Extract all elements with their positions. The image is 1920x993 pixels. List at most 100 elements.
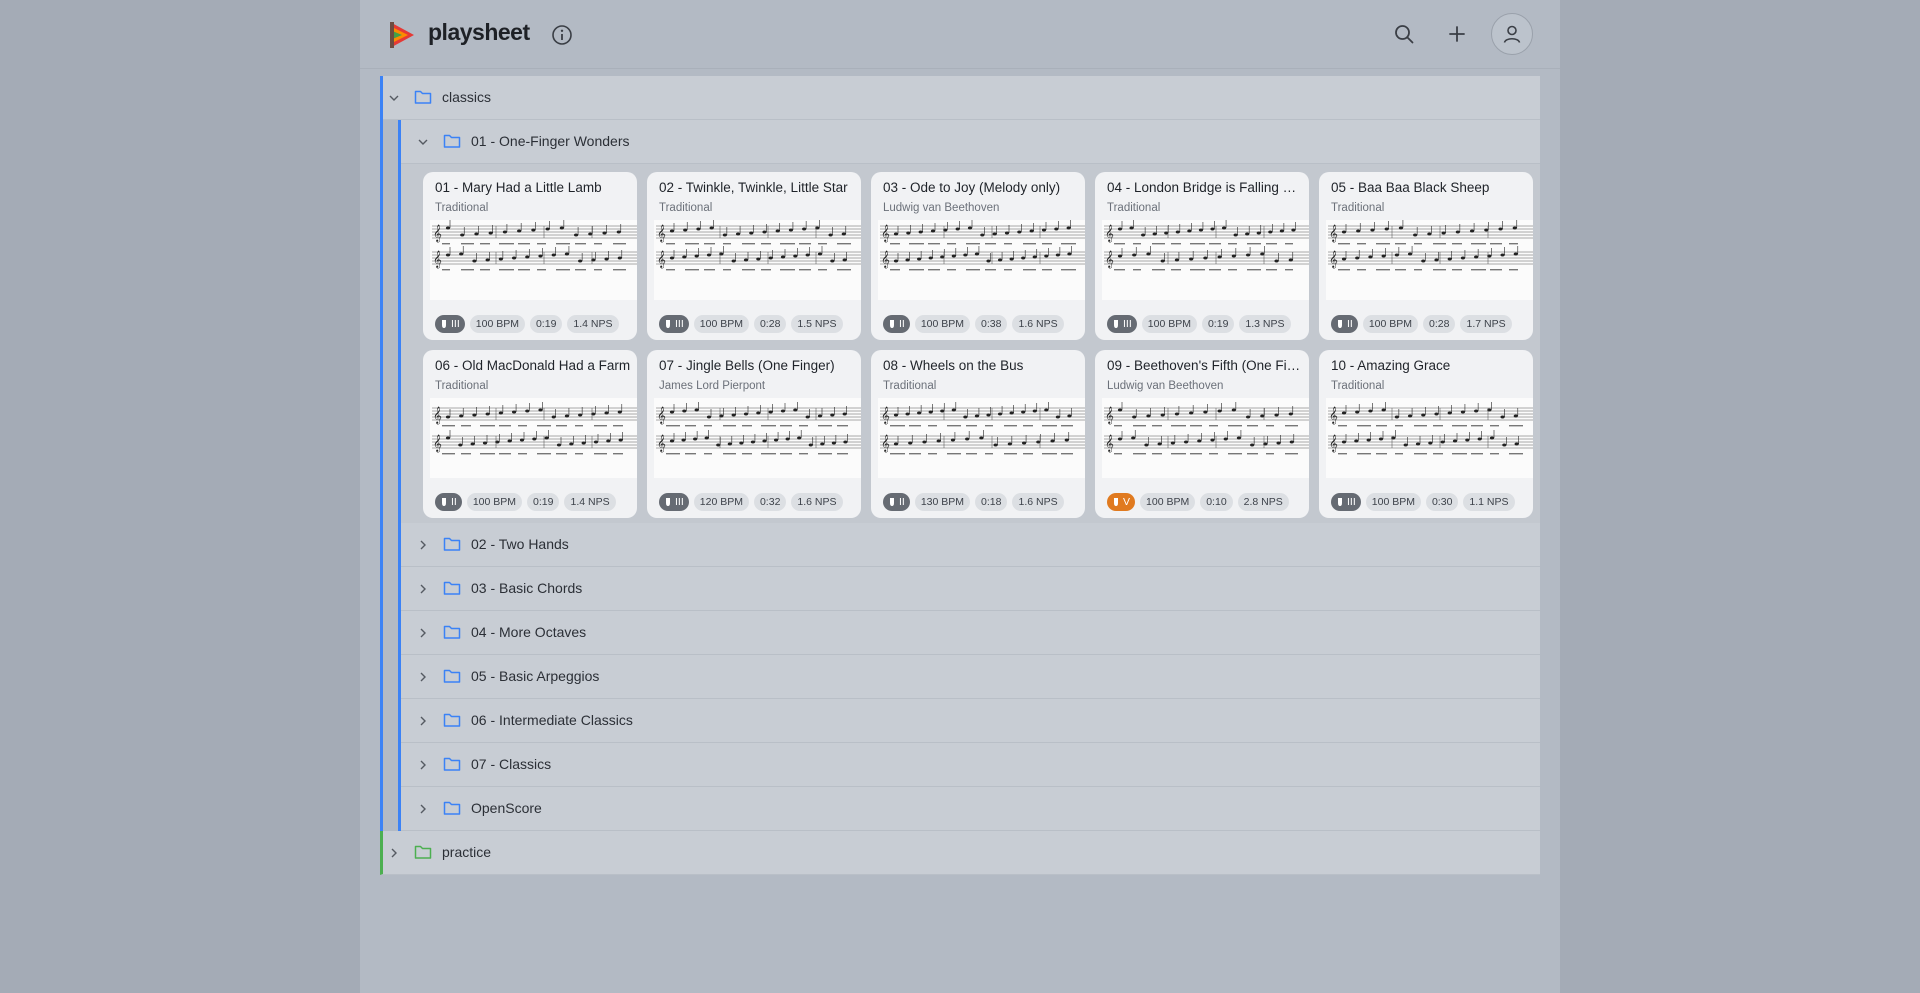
chevron-right-icon[interactable]	[416, 626, 430, 640]
song-composer: Traditional	[435, 202, 489, 214]
hand-icon	[1338, 498, 1342, 506]
subfolder: 06 - Intermediate Classics	[398, 699, 1540, 743]
nps-badge: 1.6 NPS	[791, 493, 843, 511]
sheet-music-preview: 𝄞𝄞	[1326, 398, 1533, 478]
tempo-badge: 100 BPM	[469, 315, 525, 333]
svg-text:𝄞: 𝄞	[657, 251, 666, 268]
sheet-music-preview: 𝄞𝄞	[654, 398, 861, 478]
song-title[interactable]: 05 - Baa Baa Black Sheep	[1331, 180, 1527, 195]
folder-row[interactable]: 07 - Classics	[401, 743, 1540, 787]
folder-name: 03 - Basic Chords	[471, 580, 583, 596]
song-card[interactable]: 10 - Amazing Grace Traditional 𝄞 𝄞 III 100 BP…	[1319, 350, 1533, 518]
svg-text:𝄞: 𝄞	[881, 251, 890, 268]
svg-text:𝄞: 𝄞	[433, 225, 442, 242]
song-card[interactable]: 02 - Twinkle, Twinkle, Little Star Tradit…	[647, 172, 861, 340]
folder-name: 02 - Two Hands	[471, 536, 569, 552]
hand-icon	[442, 320, 446, 328]
nps-badge: 1.1 NPS	[1463, 493, 1515, 511]
chevron-right-icon[interactable]	[416, 582, 430, 596]
user-menu-button[interactable]	[1491, 13, 1533, 55]
folder-icon	[443, 801, 461, 815]
difficulty-badge: V	[1107, 493, 1136, 511]
hand-icon	[666, 498, 670, 506]
chevron-right-icon[interactable]	[387, 846, 401, 860]
difficulty-level: II	[1347, 318, 1353, 330]
song-meta: II 100 BPM 0:38 1.6 NPS	[883, 315, 1064, 333]
song-card[interactable]: 09 - Beethoven's Fifth (One Finger) Ludwi…	[1095, 350, 1309, 518]
song-title[interactable]: 09 - Beethoven's Fifth (One Finger)	[1107, 358, 1303, 373]
tempo-badge: 100 BPM	[1140, 493, 1196, 511]
song-meta: III 100 BPM 0:30 1.1 NPS	[1331, 493, 1515, 511]
difficulty-badge: II	[883, 493, 910, 511]
song-title[interactable]: 03 - Ode to Joy (Melody only)	[883, 180, 1079, 195]
song-title[interactable]: 08 - Wheels on the Bus	[883, 358, 1079, 373]
search-button[interactable]	[1386, 16, 1422, 52]
subfolder: OpenScore	[398, 787, 1540, 831]
song-title[interactable]: 06 - Old MacDonald Had a Farm	[435, 358, 631, 373]
folder-row[interactable]: 02 - Two Hands	[401, 523, 1540, 567]
song-card[interactable]: 08 - Wheels on the Bus Traditional 𝄞 𝄞 II 130…	[871, 350, 1085, 518]
chevron-right-icon[interactable]	[416, 670, 430, 684]
duration-badge: 0:19	[529, 315, 563, 333]
duration-badge: 0:38	[975, 315, 1008, 333]
nps-badge: 1.7 NPS	[1460, 315, 1512, 333]
chevron-right-icon[interactable]	[416, 538, 430, 552]
svg-text:𝄞: 𝄞	[881, 407, 890, 424]
nps-badge: 1.6 NPS	[1012, 315, 1064, 333]
tempo-badge: 100 BPM	[1365, 493, 1421, 511]
chevron-down-icon[interactable]	[416, 135, 430, 149]
logo-icon[interactable]	[388, 20, 416, 50]
folder-row-one-finger-wonders[interactable]: 01 - One-Finger Wonders	[401, 120, 1540, 164]
song-card[interactable]: 07 - Jingle Bells (One Finger) James Lord…	[647, 350, 861, 518]
svg-text:𝄞: 𝄞	[1105, 251, 1114, 268]
folder-name: classics	[442, 89, 492, 105]
sheet-music-preview: 𝄞𝄞	[430, 220, 637, 300]
tempo-badge: 100 BPM	[1141, 315, 1197, 333]
nps-badge: 1.4 NPS	[564, 493, 616, 511]
folder-name: practice	[442, 844, 492, 860]
sheet-music-preview: 𝄞𝄞	[654, 220, 861, 300]
tempo-badge: 100 BPM	[693, 315, 749, 333]
chevron-right-icon[interactable]	[416, 758, 430, 772]
difficulty-level: III	[1123, 318, 1132, 330]
brand-name[interactable]: playsheet	[428, 19, 530, 46]
song-meta: II 100 BPM 0:19 1.4 NPS	[435, 493, 616, 511]
svg-text:𝄞: 𝄞	[433, 407, 442, 424]
song-title[interactable]: 10 - Amazing Grace	[1331, 358, 1527, 373]
svg-text:𝄞: 𝄞	[881, 225, 890, 242]
svg-text:𝄞: 𝄞	[1105, 407, 1114, 424]
song-card[interactable]: 04 - London Bridge is Falling Down Tradit…	[1095, 172, 1309, 340]
song-title[interactable]: 01 - Mary Had a Little Lamb	[435, 180, 631, 195]
song-title[interactable]: 04 - London Bridge is Falling Down	[1107, 180, 1303, 195]
subfolder: 07 - Classics	[398, 743, 1540, 787]
folder-icon	[443, 537, 461, 551]
folder-row[interactable]: 03 - Basic Chords	[401, 567, 1540, 611]
song-card[interactable]: 03 - Ode to Joy (Melody only) Ludwig van …	[871, 172, 1085, 340]
subfolder: 03 - Basic Chords	[398, 567, 1540, 611]
folder-row[interactable]: 04 - More Octaves	[401, 611, 1540, 655]
song-title[interactable]: 02 - Twinkle, Twinkle, Little Star	[659, 180, 855, 195]
song-composer: Ludwig van Beethoven	[883, 202, 1000, 214]
duration-badge: 0:18	[975, 493, 1008, 511]
info-icon[interactable]	[551, 24, 573, 46]
folder-row-classics[interactable]: classics	[383, 76, 1540, 120]
song-card[interactable]: 06 - Old MacDonald Had a Farm Traditional…	[423, 350, 637, 518]
folder-row[interactable]: 06 - Intermediate Classics	[401, 699, 1540, 743]
folder-row[interactable]: OpenScore	[401, 787, 1540, 831]
song-composer: Traditional	[659, 202, 713, 214]
folder-row-practice[interactable]: practice	[380, 831, 1540, 875]
chevron-right-icon[interactable]	[416, 714, 430, 728]
duration-badge: 0:19	[527, 493, 560, 511]
svg-text:𝄞: 𝄞	[1105, 225, 1114, 242]
chevron-down-icon[interactable]	[387, 91, 401, 105]
song-title[interactable]: 07 - Jingle Bells (One Finger)	[659, 358, 855, 373]
song-card[interactable]: 01 - Mary Had a Little Lamb Traditional 𝄞 𝄞…	[423, 172, 637, 340]
svg-text:𝄞: 𝄞	[1105, 435, 1114, 452]
folder-row[interactable]: 05 - Basic Arpeggios	[401, 655, 1540, 699]
difficulty-badge: III	[1107, 315, 1137, 333]
svg-text:𝄞: 𝄞	[1329, 435, 1338, 452]
difficulty-badge: II	[1331, 315, 1358, 333]
chevron-right-icon[interactable]	[416, 802, 430, 816]
song-card[interactable]: 05 - Baa Baa Black Sheep Traditional 𝄞 𝄞 II 1…	[1319, 172, 1533, 340]
add-button[interactable]	[1439, 16, 1475, 52]
